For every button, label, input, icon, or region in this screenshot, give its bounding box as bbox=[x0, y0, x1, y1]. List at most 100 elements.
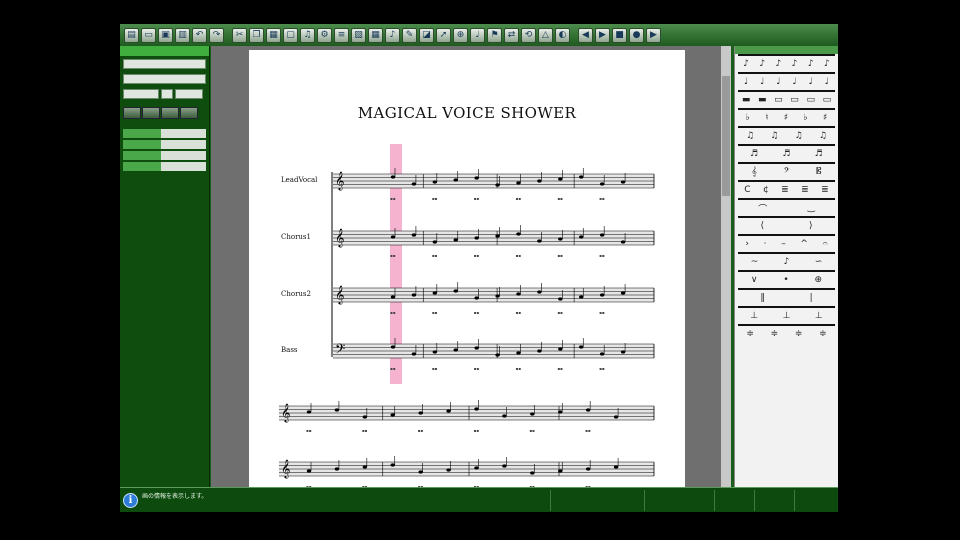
misc-icon[interactable]: ≑ bbox=[795, 329, 803, 339]
staccato-icon[interactable]: · bbox=[764, 239, 767, 249]
palette-row-rests[interactable]: ▬ ▬ ▭ ▭ ▭ ▭ bbox=[738, 90, 835, 108]
note-icon[interactable]: ♪ bbox=[824, 59, 830, 69]
rest-icon[interactable]: ▭ bbox=[806, 95, 815, 105]
panel-button-1[interactable] bbox=[123, 107, 141, 119]
tie-icon[interactable]: ‿ bbox=[808, 203, 815, 213]
dynamic-icon[interactable]: ⊕ bbox=[815, 275, 823, 285]
marcato-icon[interactable]: ^ bbox=[800, 239, 808, 249]
tempo-icon[interactable]: ♩ bbox=[470, 27, 485, 43]
misc-icon[interactable]: ≑ bbox=[771, 329, 779, 339]
fastforward-icon[interactable]: ▶ bbox=[646, 27, 661, 43]
beam-icon[interactable]: ♫ bbox=[770, 131, 778, 141]
palette-row-articulations[interactable]: › · – ^ 𝄐 bbox=[738, 234, 835, 252]
track-setting[interactable] bbox=[161, 140, 206, 149]
natural-icon[interactable]: ♮ bbox=[765, 113, 768, 123]
palette-row-quarter-notes[interactable]: ♩ ♩ ♩ ♩ ♩ ♩ bbox=[738, 72, 835, 90]
undo-icon[interactable]: ↶ bbox=[192, 27, 207, 43]
track-setting[interactable] bbox=[161, 151, 206, 160]
flat-icon[interactable]: ♭ bbox=[746, 113, 750, 123]
audio-icon[interactable]: ◐ bbox=[555, 27, 570, 43]
turn-icon[interactable]: ∽ bbox=[815, 257, 823, 267]
hairpin-icon[interactable]: ⟨ bbox=[760, 221, 764, 231]
panel-button-2[interactable] bbox=[142, 107, 160, 119]
marker-icon[interactable]: ⚑ bbox=[487, 27, 502, 43]
beam-icon[interactable]: ♬ bbox=[750, 149, 758, 159]
palette-row-barlines[interactable]: ‖ | bbox=[738, 288, 835, 306]
note-icon[interactable]: ♪ bbox=[776, 59, 782, 69]
play-icon[interactable]: ▶ bbox=[595, 27, 610, 43]
palette-row-beams[interactable]: ♫ ♫ ♫ ♫ bbox=[738, 126, 835, 144]
beam-icon[interactable]: ♬ bbox=[782, 149, 790, 159]
common-time-icon[interactable]: C bbox=[744, 185, 750, 195]
rest-icon[interactable]: ▭ bbox=[823, 95, 832, 105]
settings-icon[interactable]: ⚙ bbox=[317, 27, 332, 43]
metronome-icon[interactable]: △ bbox=[538, 27, 553, 43]
panel-field-3[interactable] bbox=[123, 89, 206, 101]
dynamic-icon[interactable]: ∨ bbox=[751, 275, 758, 285]
misc-icon[interactable]: ≑ bbox=[746, 329, 754, 339]
hairpin-icon[interactable]: ⟩ bbox=[809, 221, 813, 231]
paste-icon[interactable]: ▦ bbox=[266, 27, 281, 43]
open-file-icon[interactable]: ▭ bbox=[141, 27, 156, 43]
key-input[interactable] bbox=[175, 89, 203, 99]
track-row-3[interactable] bbox=[123, 151, 206, 160]
misc-icon[interactable]: ≑ bbox=[819, 329, 827, 339]
score-document-area[interactable]: MAGICAL VOICE SHOWER LeadVocal Chorus1 C… bbox=[211, 46, 721, 487]
grid-icon[interactable]: ▦ bbox=[368, 27, 383, 43]
palette-row-dynamics[interactable]: ∨ • ⊕ bbox=[738, 270, 835, 288]
note-icon[interactable]: ♪ bbox=[759, 59, 765, 69]
print-icon[interactable]: ▥ bbox=[175, 27, 190, 43]
palette-row-notes[interactable]: ♪ ♪ ♪ ♪ ♪ ♪ bbox=[738, 54, 835, 72]
cut-time-icon[interactable]: ¢ bbox=[763, 185, 769, 195]
note-icon[interactable]: ♪ bbox=[808, 59, 814, 69]
beam-icon[interactable]: ♫ bbox=[819, 131, 827, 141]
scroll-thumb[interactable] bbox=[722, 76, 730, 196]
eraser-icon[interactable]: ◪ bbox=[419, 27, 434, 43]
beam-icon[interactable]: ♫ bbox=[746, 131, 754, 141]
panel-field-1[interactable] bbox=[123, 59, 206, 71]
beam-icon[interactable]: ♫ bbox=[795, 131, 803, 141]
volume-icon[interactable]: ♪ bbox=[385, 27, 400, 43]
quarter-note-icon[interactable]: ♩ bbox=[792, 77, 796, 87]
tempo-input[interactable] bbox=[123, 89, 159, 99]
track-icon[interactable]: ≡ bbox=[334, 27, 349, 43]
panel-field-2[interactable] bbox=[123, 74, 206, 86]
fermata-icon[interactable]: 𝄐 bbox=[823, 239, 828, 249]
pointer-icon[interactable]: ➚ bbox=[436, 27, 451, 43]
layout-icon[interactable]: ▧ bbox=[351, 27, 366, 43]
palette-row-slurs[interactable]: ⌒ ‿ bbox=[738, 198, 835, 216]
time-sig-icon[interactable]: ≣ bbox=[801, 185, 809, 195]
vertical-scrollbar[interactable] bbox=[721, 46, 731, 487]
sharp-icon[interactable]: ♯ bbox=[784, 113, 788, 123]
track-setting[interactable] bbox=[161, 162, 206, 171]
chord-icon[interactable]: ⊥ bbox=[783, 311, 791, 321]
palette-row-beams-2[interactable]: ♬ ♬ ♬ bbox=[738, 144, 835, 162]
accent-icon[interactable]: › bbox=[745, 239, 749, 249]
palette-row-chords[interactable]: ⊥ ⊥ ⊥ bbox=[738, 306, 835, 324]
chord-icon[interactable]: ⊥ bbox=[750, 311, 758, 321]
barline-icon[interactable]: ‖ bbox=[760, 293, 765, 303]
panel-input-2[interactable] bbox=[123, 74, 206, 84]
pencil-icon[interactable]: ✎ bbox=[402, 27, 417, 43]
select-tool-icon[interactable]: ▢ bbox=[283, 27, 298, 43]
panel-input-1[interactable] bbox=[123, 59, 206, 69]
score-page[interactable]: MAGICAL VOICE SHOWER LeadVocal Chorus1 C… bbox=[249, 50, 685, 487]
palette-row-misc[interactable]: ≑ ≑ ≑ ≑ bbox=[738, 324, 835, 342]
quarter-note-icon[interactable]: ♩ bbox=[776, 77, 780, 87]
tempo-spin[interactable] bbox=[161, 89, 173, 99]
quarter-note-icon[interactable]: ♩ bbox=[825, 77, 829, 87]
scroll-icon[interactable]: ⇄ bbox=[504, 27, 519, 43]
time-sig-icon[interactable]: ≣ bbox=[781, 185, 789, 195]
palette-row-time[interactable]: C ¢ ≣ ≣ ≣ bbox=[738, 180, 835, 198]
palette-row-hairpins[interactable]: ⟨ ⟩ bbox=[738, 216, 835, 234]
treble-clef-icon[interactable]: 𝄞 bbox=[751, 167, 756, 177]
palette-row-accidentals[interactable]: ♭ ♮ ♯ ♭ ♯ bbox=[738, 108, 835, 126]
flat-icon[interactable]: ♭ bbox=[803, 113, 807, 123]
rest-icon[interactable]: ▬ bbox=[742, 95, 751, 105]
rewind-icon[interactable]: ◀ bbox=[578, 27, 593, 43]
chord-icon[interactable]: ⊥ bbox=[815, 311, 823, 321]
cut-icon[interactable]: ✂ bbox=[232, 27, 247, 43]
track-row-1[interactable] bbox=[123, 129, 206, 138]
zoom-icon[interactable]: ⊕ bbox=[453, 27, 468, 43]
alto-clef-icon[interactable]: 𝄡 bbox=[816, 167, 821, 177]
